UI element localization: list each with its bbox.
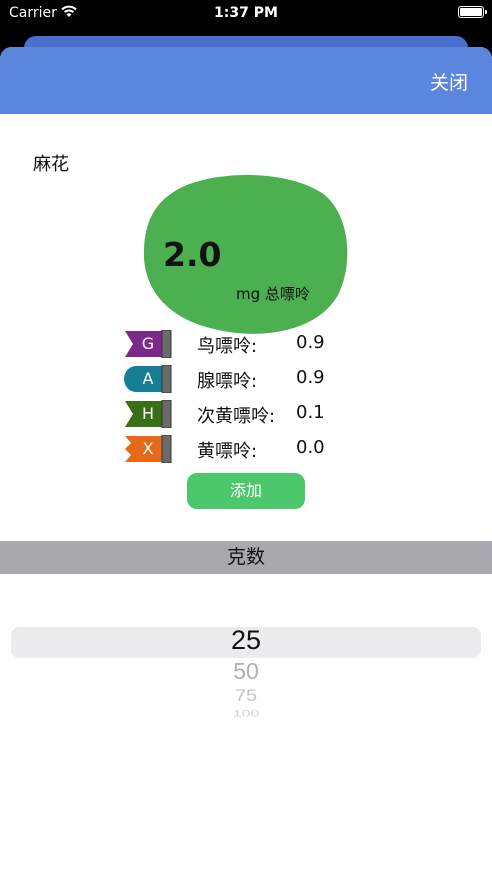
- guanine-letter: G: [141, 334, 155, 353]
- grams-picker[interactable]: 25 50 75 100: [0, 607, 492, 767]
- grams-section-header: 克数: [0, 541, 492, 574]
- picker-option-75[interactable]: 75: [0, 687, 492, 707]
- picker-option-100[interactable]: 100: [0, 709, 492, 717]
- guanine-name: 鸟嘌呤:: [197, 336, 258, 357]
- purine-row-xanthine: X 黄嘌呤: 0.0: [124, 433, 364, 463]
- hypoxanthine-name: 次黄嘌呤:: [197, 406, 276, 427]
- close-button[interactable]: 关闭: [430, 68, 468, 95]
- adenine-letter: A: [142, 369, 154, 388]
- xanthine-value: 0.0: [296, 437, 325, 458]
- xanthine-letter: X: [142, 439, 154, 458]
- food-detail-sheet: 关闭 麻花 2.0 mg 总嘌呤 G 鸟嘌呤: 0.9 A 腺嘌呤: 0.9 H…: [0, 47, 492, 878]
- hypoxanthine-value: 0.1: [296, 402, 325, 423]
- adenine-name: 腺嘌呤:: [197, 371, 258, 392]
- food-name: 麻花: [33, 154, 69, 175]
- status-time: 1:37 PM: [214, 5, 278, 21]
- status-bar: Carrier 1:37 PM: [0, 0, 492, 28]
- purine-row-hypoxanthine: H 次黄嘌呤: 0.1: [124, 398, 364, 428]
- hypoxanthine-letter: H: [141, 404, 155, 423]
- add-button[interactable]: 添加: [187, 473, 305, 509]
- purine-row-guanine: G 鸟嘌呤: 0.9: [124, 328, 364, 358]
- battery-icon: [458, 6, 487, 18]
- sheet-header: 关闭: [0, 47, 492, 114]
- picker-option-50[interactable]: 50: [0, 658, 492, 685]
- total-purine-value: 2.0: [163, 235, 222, 274]
- total-purine-unit: mg 总嘌呤: [236, 285, 310, 303]
- purine-row-adenine: A 腺嘌呤: 0.9: [124, 363, 364, 393]
- xanthine-name: 黄嘌呤:: [197, 441, 258, 462]
- guanine-value: 0.9: [296, 332, 325, 353]
- adenine-value: 0.9: [296, 367, 325, 388]
- picker-option-25[interactable]: 25: [0, 625, 492, 656]
